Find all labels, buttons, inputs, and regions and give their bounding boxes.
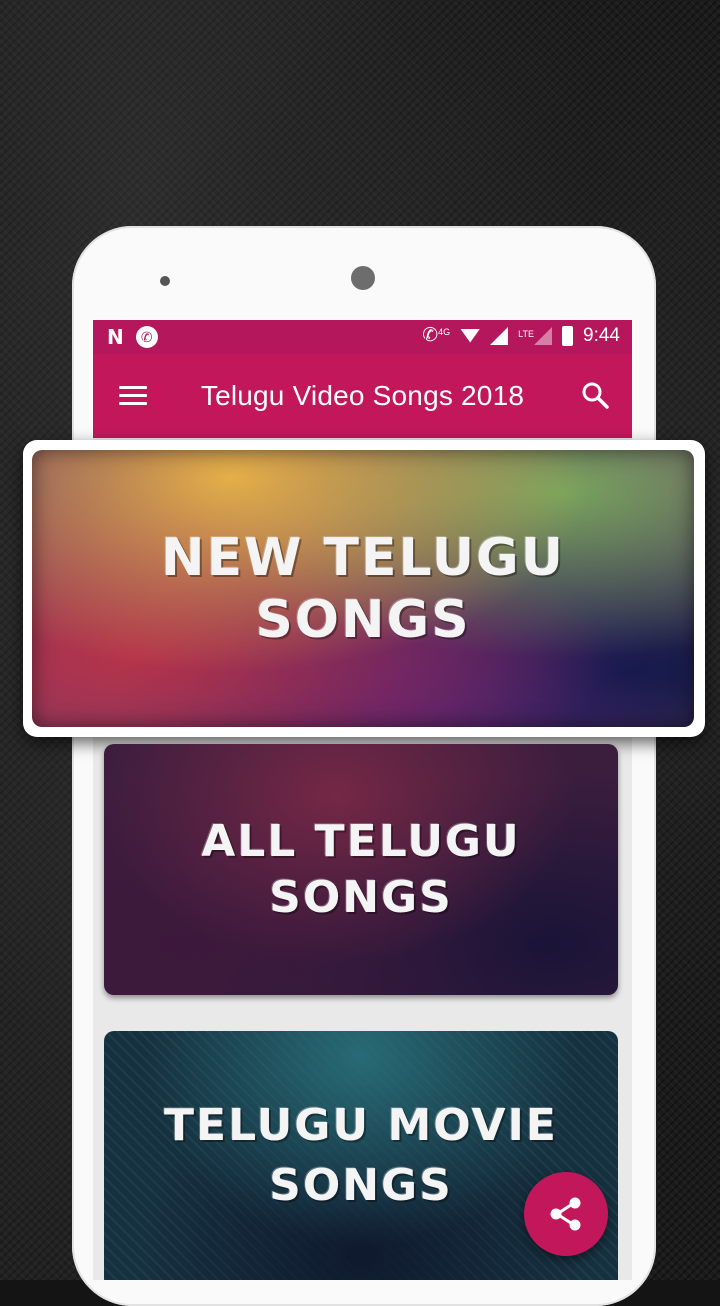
lte-signal-icon xyxy=(534,326,553,345)
call-4g-tag: 4G xyxy=(438,327,451,337)
phone-icon: ✆ xyxy=(135,326,158,348)
clock: 9:44 xyxy=(583,324,620,346)
wifi-icon xyxy=(460,328,481,343)
card-label-line1: NEW TELUGU xyxy=(161,527,565,588)
card-label-line2: SONGS xyxy=(269,1159,453,1211)
lte-tag: LTE xyxy=(518,328,535,339)
card-label-line1: TELUGU MOVIE xyxy=(164,1099,558,1151)
front-camera xyxy=(351,266,375,290)
card-label-line1: ALL TELUGU xyxy=(201,815,521,867)
n-icon: N xyxy=(107,325,124,349)
card-label-line2: SONGS xyxy=(255,589,471,650)
search-icon[interactable] xyxy=(580,380,610,410)
all-telugu-songs-card[interactable]: ALL TELUGU SONGS xyxy=(104,744,618,995)
sensor-dot xyxy=(160,276,170,286)
share-button[interactable] xyxy=(524,1172,608,1256)
app-title: Telugu Video Songs 2018 xyxy=(200,380,525,411)
card-label: NEW TELUGU SONGS xyxy=(161,527,565,651)
app-toolbar: Telugu Video Songs 2018 xyxy=(93,354,632,438)
call-4g-icon: ✆4G xyxy=(422,325,451,346)
card-label: ALL TELUGU SONGS xyxy=(201,814,521,926)
card-label: TELUGU MOVIE SONGS xyxy=(164,1096,558,1216)
battery-icon xyxy=(562,325,574,346)
share-icon xyxy=(550,1197,581,1231)
signal-icon xyxy=(490,326,509,345)
new-telugu-songs-card[interactable]: NEW TELUGU SONGS xyxy=(32,450,694,727)
card-label-line2: SONGS xyxy=(269,871,453,923)
status-bar: N ✆ ✆4G LTE 9:44 xyxy=(93,320,632,354)
